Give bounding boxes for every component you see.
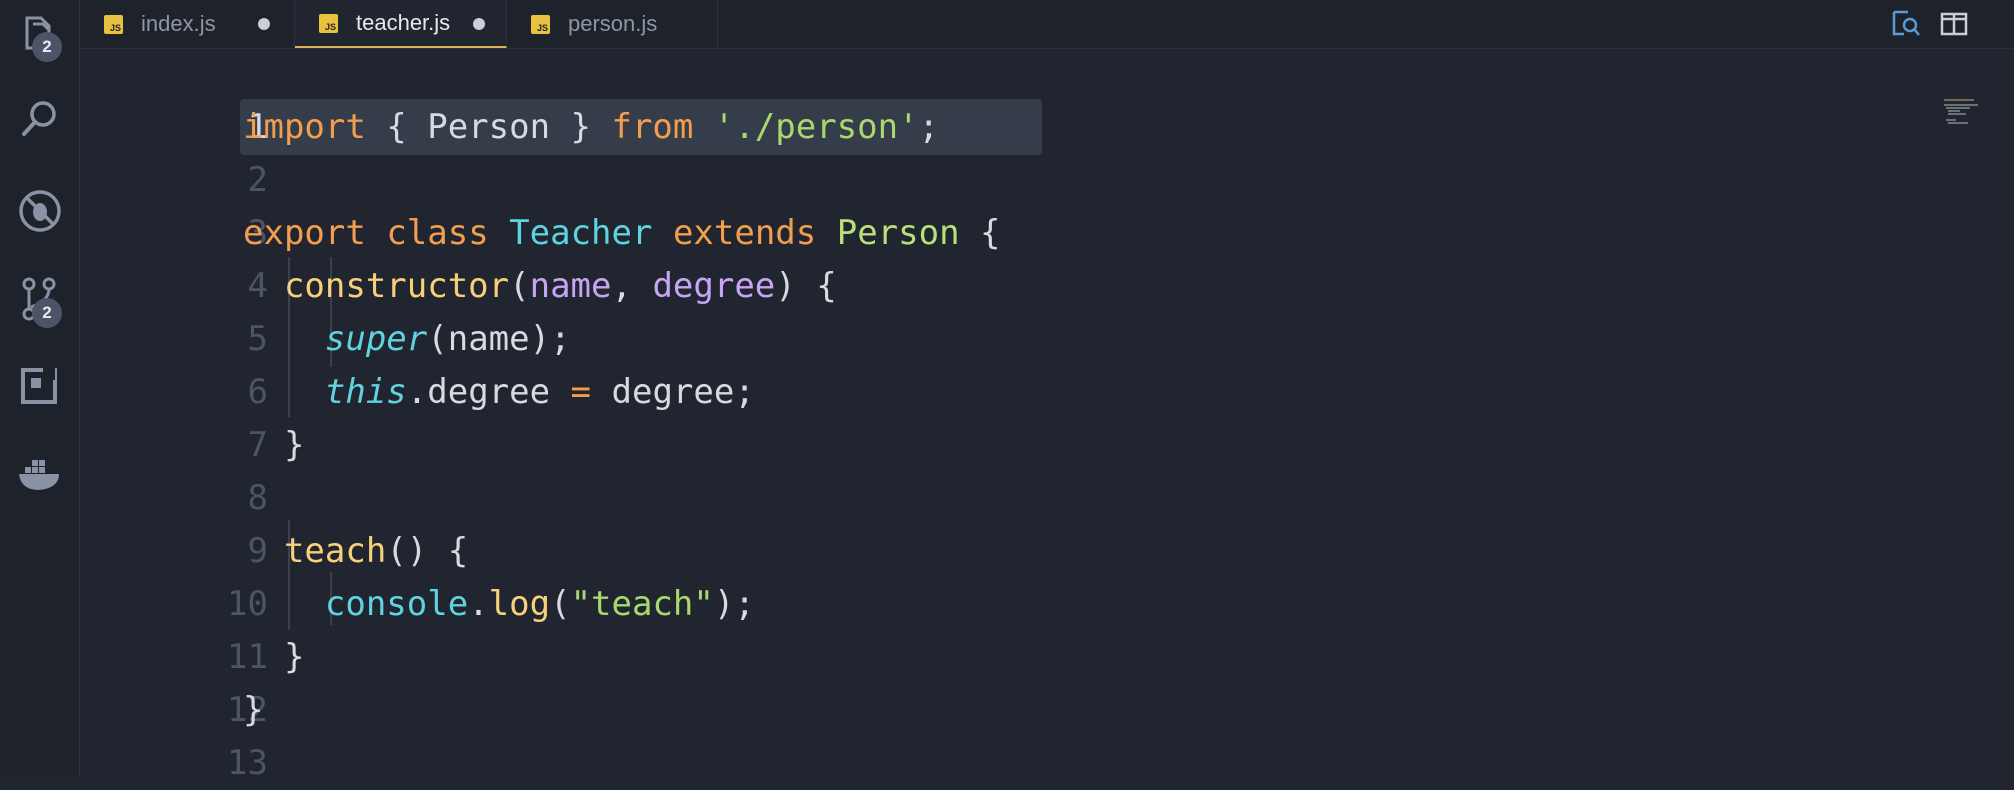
line-number: 2 (247, 160, 268, 200)
code-token: degree (652, 266, 776, 306)
search-button[interactable] (0, 84, 79, 154)
tab-label: person.js (568, 11, 658, 36)
code-token: ) { (775, 266, 837, 306)
code-token: "teach" (570, 584, 714, 624)
code-token: . (468, 584, 489, 624)
code-token: Person (836, 213, 960, 253)
code-text[interactable]: constructor(name, degree) { (243, 260, 837, 313)
source-control-button[interactable]: 2 (0, 264, 79, 334)
source-control-badge: 2 (32, 298, 62, 328)
split-editor-icon[interactable] (1938, 8, 1970, 40)
extensions-icon (20, 368, 57, 404)
code-token: super (324, 319, 428, 359)
code-token: () { (386, 531, 469, 571)
code-token: teach (283, 531, 387, 571)
code-token: { (959, 213, 1001, 253)
code-token: (name); (427, 319, 571, 359)
code-token: constructor (283, 266, 510, 306)
line-number: 8 (247, 478, 268, 518)
code-token: = (570, 372, 592, 412)
code-text[interactable]: export class Teacher extends Person { (243, 207, 1001, 260)
code-token: } (243, 637, 305, 677)
no-bug-icon (18, 190, 61, 232)
javascript-file-icon: JS (104, 14, 123, 34)
extensions-button[interactable] (0, 350, 79, 420)
tab-label: teacher.js (356, 10, 451, 35)
code-text[interactable]: console.log("teach"); (243, 578, 755, 631)
code-token: class (386, 213, 489, 253)
code-token: import (243, 107, 366, 147)
tab-person-js[interactable]: JS person.js (507, 0, 718, 48)
explorer-badge: 2 (32, 32, 62, 62)
javascript-file-icon: JS (531, 14, 550, 34)
code-token: name (529, 266, 612, 306)
code-text[interactable]: } (243, 684, 263, 737)
explorer-button[interactable]: 2 (0, 0, 79, 70)
code-token: ); (713, 584, 755, 624)
code-token: Teacher (509, 213, 653, 253)
code-editor[interactable]: 1 import { Person } from './person'; 2 3 exp… (80, 49, 2014, 783)
docker-icon (18, 460, 59, 490)
code-token: { Person } (365, 107, 612, 147)
code-token: ; (918, 107, 940, 147)
unsaved-dot-icon[interactable] (258, 18, 270, 30)
code-text[interactable]: super(name); (243, 313, 571, 366)
editor-tab-bar: JS index.js JS teacher.js JS person.js (80, 0, 2014, 49)
code-token: .degree (406, 372, 571, 412)
code-token: ( (550, 584, 571, 624)
javascript-file-icon: JS (319, 13, 338, 33)
code-token: console (324, 584, 469, 624)
code-token: log (488, 584, 551, 624)
code-token: ( (509, 266, 530, 306)
code-token: export (243, 213, 366, 253)
code-token: } (243, 690, 264, 730)
code-token: this (324, 372, 407, 412)
code-text[interactable]: this.degree = degree; (243, 366, 755, 419)
docker-button[interactable] (0, 438, 79, 508)
code-text[interactable]: } (243, 631, 304, 684)
code-token: } (243, 425, 305, 465)
code-token: extends (672, 213, 817, 253)
code-text[interactable]: teach() { (243, 525, 468, 578)
code-text[interactable]: } (243, 419, 304, 472)
code-token: degree; (591, 372, 755, 412)
minimap[interactable] (1944, 99, 1984, 129)
search-icon (21, 101, 56, 136)
tab-index-js[interactable]: JS index.js (80, 0, 295, 48)
activity-bar: 2 2 (0, 0, 80, 776)
open-preview-icon[interactable] (1890, 8, 1922, 40)
code-token: , (611, 266, 653, 306)
tab-label: index.js (141, 11, 216, 36)
code-token: './person' (713, 107, 919, 147)
line-number: 13 (227, 743, 268, 783)
code-text[interactable]: import { Person } from './person'; (243, 101, 939, 154)
tab-teacher-js[interactable]: JS teacher.js (295, 0, 507, 48)
debug-button[interactable] (0, 176, 79, 246)
unsaved-dot-icon[interactable] (473, 18, 485, 30)
code-token: from (611, 107, 694, 147)
